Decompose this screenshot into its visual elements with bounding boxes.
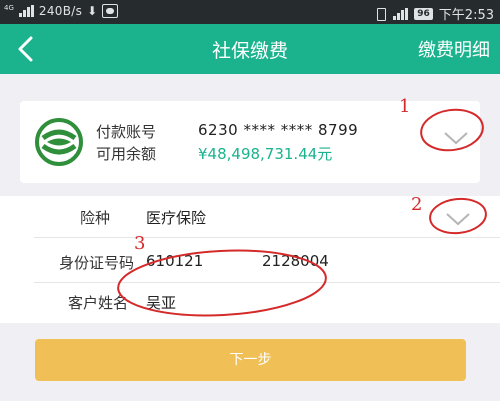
annotation-number-3: 3 [134, 233, 146, 254]
balance-value: ¥48,498,731.44元 [198, 145, 333, 163]
id-number-part2[interactable]: 2128004 [262, 252, 329, 270]
status-bar: 4G 240B/s ⬇ 96 下午2:53 [0, 0, 500, 24]
balance-label: 可用余额 [96, 145, 157, 163]
network-type: 4G [4, 3, 14, 12]
payment-form: 险种 医疗保险 身份证号码 610121 2128004 客户姓名 吴亚 [0, 196, 500, 323]
id-number-label: 身份证号码 [58, 254, 134, 272]
download-arrow-icon: ⬇ [87, 4, 98, 18]
account-card[interactable]: 付款账号 6230 **** **** 8799 可用余额 ¥48,498,73… [20, 101, 480, 183]
annotation-number-1: 1 [399, 96, 411, 117]
row-divider [34, 282, 500, 283]
signal-icon [18, 5, 34, 17]
account-number: 6230 **** **** 8799 [198, 121, 359, 139]
id-number-part1[interactable]: 610121 [146, 252, 203, 270]
status-bar-right: 96 下午2:53 [374, 4, 494, 23]
insurance-dropdown-icon[interactable] [445, 212, 471, 226]
notification-app-icon [102, 4, 119, 18]
account-label: 付款账号 [96, 123, 157, 141]
insurance-type-label: 险种 [80, 209, 111, 227]
payment-detail-link[interactable]: 缴费明细 [418, 36, 490, 62]
bank-logo-icon [35, 118, 83, 166]
row-divider [34, 237, 500, 238]
battery-icon: 96 [414, 7, 433, 20]
status-bar-left: 4G 240B/s ⬇ [4, 3, 119, 18]
customer-name-label: 客户姓名 [67, 294, 128, 312]
customer-name-value[interactable]: 吴亚 [146, 292, 176, 313]
cell-signal-icon [393, 7, 409, 20]
nav-bar: 社保缴费 缴费明细 [0, 24, 500, 74]
network-speed: 240B/s [38, 4, 83, 18]
next-step-button[interactable]: 下一步 [35, 339, 466, 381]
clock: 下午2:53 [438, 8, 494, 23]
account-dropdown-icon[interactable] [443, 131, 469, 145]
vibrate-icon [374, 7, 387, 21]
insurance-type-value[interactable]: 医疗保险 [146, 207, 206, 228]
annotation-number-2: 2 [411, 194, 423, 215]
